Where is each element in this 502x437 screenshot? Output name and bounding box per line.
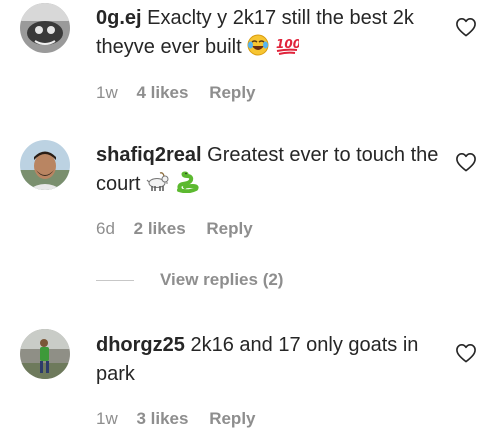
comment-text: 0g.ej Exaclty y 2k17 still the best 2k t… — [96, 4, 446, 65]
username[interactable]: shafiq2real — [96, 144, 202, 166]
heart-icon[interactable] — [455, 152, 477, 172]
timestamp[interactable]: 6d — [96, 219, 115, 239]
heart-icon[interactable] — [455, 17, 477, 37]
timestamp[interactable]: 1w — [96, 83, 118, 103]
avatar[interactable] — [20, 329, 70, 379]
goat-icon — [146, 171, 170, 202]
likes-count[interactable]: 2 likes — [134, 219, 186, 239]
comment-meta: 6d 2 likes Reply — [96, 219, 253, 239]
avatar[interactable] — [20, 3, 70, 53]
view-replies-label: View replies (2) — [160, 270, 284, 289]
reply-button[interactable]: Reply — [206, 219, 252, 239]
snake-icon — [176, 171, 200, 202]
comment-meta: 1w 3 likes Reply — [96, 409, 256, 429]
timestamp[interactable]: 1w — [96, 409, 118, 429]
avatar[interactable] — [20, 140, 70, 190]
username[interactable]: dhorgz25 — [96, 334, 185, 356]
face-with-tears-of-joy-icon — [247, 34, 269, 65]
likes-count[interactable]: 3 likes — [136, 409, 188, 429]
hundred-points-icon: 100 — [275, 34, 301, 65]
username[interactable]: 0g.ej — [96, 7, 142, 29]
divider-line — [96, 280, 134, 282]
comment-text: dhorgz25 2k16 and 17 only goats in park — [96, 331, 446, 389]
heart-icon[interactable] — [455, 343, 477, 363]
comment-text: shafiq2real Greatest ever to touch the c… — [96, 141, 446, 202]
view-replies-button[interactable]: View replies (2) — [96, 270, 283, 290]
likes-count[interactable]: 4 likes — [136, 83, 188, 103]
reply-button[interactable]: Reply — [209, 83, 255, 103]
comment-meta: 1w 4 likes Reply — [96, 83, 256, 103]
reply-button[interactable]: Reply — [209, 409, 255, 429]
